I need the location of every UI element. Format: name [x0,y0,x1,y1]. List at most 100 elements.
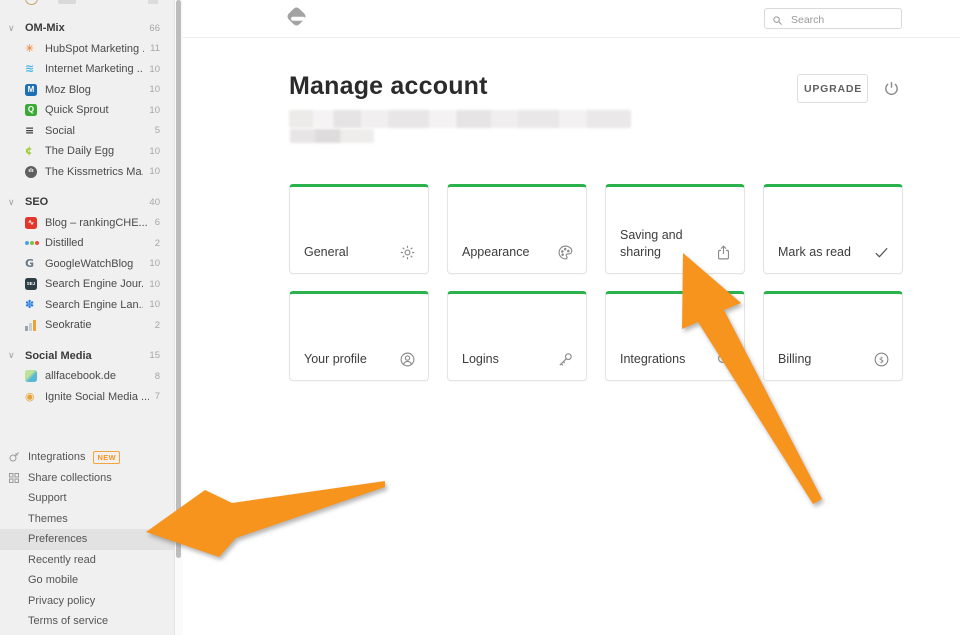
settings-card-logins[interactable]: Logins [447,291,587,381]
seokratie-icon [25,320,36,331]
feed-item[interactable]: ¢The Daily Egg10 [0,141,174,162]
upgrade-button[interactable]: UPGRADE [797,74,868,103]
unread-count: 6 [155,217,160,228]
sidebar-item-label: Integrations [28,451,85,463]
scrollbar-thumb[interactable] [176,0,181,558]
settings-card-your-profile[interactable]: Your profile [289,291,429,381]
feed-group-header[interactable]: ∨OM-Mix66 [0,18,174,39]
search-input[interactable] [789,9,901,30]
feed-item-label: Seokratie [45,319,149,331]
search-icon [772,13,783,31]
feed-item[interactable]: MMoz Blog10 [0,80,174,101]
feed-item[interactable]: ılıThe Kissmetrics Ma...10 [0,162,174,183]
plug-icon [8,451,28,463]
feed-item[interactable]: ∿ Blog – rankingCHE... 6 [0,213,174,234]
ignite-icon: ◉ [25,391,35,403]
settings-card-mark-as-read[interactable]: Mark as read [763,184,903,274]
clipped-feed-icon [25,0,38,5]
settings-card-general[interactable]: General [289,184,429,274]
feed-item[interactable]: GGoogleWatchBlog10 [0,254,174,275]
feed-item[interactable]: Q Quick Sprout 10 [0,100,174,121]
sidebar-item-label: Terms of service [28,615,108,627]
feed-item[interactable]: ✳HubSpot Marketing ...11 [0,39,174,60]
sidebar-item-go-mobile[interactable]: Go mobile [0,570,174,591]
feed-group-header[interactable]: ∨SEO40 [0,192,174,213]
unread-count: 10 [149,105,160,116]
unread-count: 10 [149,146,160,157]
main-panel: Manage account UPGRADE GeneralAppearance… [183,0,960,635]
feedly-logo-icon[interactable] [286,6,307,27]
quicksprout-icon: Q [25,104,37,116]
sidebar-utility-menu: IntegrationsNEWShare collectionsSupportT… [0,447,174,632]
card-label: Saving and sharing [620,227,704,261]
unread-count: 7 [155,391,160,402]
feed-item[interactable]: Seokratie 2 [0,315,174,336]
feed-item[interactable]: ≋Internet Marketing ...10 [0,59,174,80]
search-box [764,8,902,29]
feed-group-label: SEO [25,196,143,208]
magnifier-icon [714,350,732,368]
feed-group-header[interactable]: ∨Social Media15 [0,346,174,367]
feed-item-label: Moz Blog [45,84,143,96]
distilled-icon [25,241,39,245]
settings-card-grid: General Appearance Saving and sharing Mark … [289,184,903,381]
palette-icon [556,243,574,261]
chevron-down-icon: ∨ [8,24,25,33]
feed-item-label: Social [45,125,149,137]
redacted-account-info [290,129,374,143]
card-label: Billing [778,351,862,368]
unread-count: 2 [155,320,160,331]
sidebar-item-label: Share collections [28,472,112,484]
card-label: General [304,244,388,261]
sidebar-item-privacy-policy[interactable]: Privacy policy [0,591,174,612]
unread-count: 10 [149,166,160,177]
hubspot-icon: ✳ [25,43,34,55]
sidebar-item-recently-read[interactable]: Recently read [0,550,174,571]
card-label: Appearance [462,244,546,261]
sidebar-item-preferences[interactable]: Preferences [0,529,174,550]
dollar-icon: $ [872,350,890,368]
card-label: Logins [462,351,546,368]
chevron-down-icon: ∨ [8,351,25,360]
sidebar-item-terms-of-service[interactable]: Terms of service [0,611,174,632]
feed-item-label: Search Engine Lan... [45,299,143,311]
feed-group: ∨SEO40 ∿ Blog – rankingCHE... 6 Distilled2GG… [0,192,174,336]
feed-item[interactable]: ✽Search Engine Lan...10 [0,295,174,316]
sidebar-item-support[interactable]: Support [0,488,174,509]
feed-item[interactable]: ≡Social5 [0,121,174,142]
feed-item[interactable]: Distilled2 [0,233,174,254]
unread-count: 8 [155,371,160,382]
feed-item-label: allfacebook.de [45,370,149,382]
card-label: Your profile [304,351,388,368]
sej-icon: SEJ [25,278,37,290]
sidebar-item-integrations[interactable]: Integrations NEW [0,447,174,468]
topbar-divider [183,37,960,38]
chevron-down-icon: ∨ [8,198,25,207]
feed-item[interactable]: ◉ Ignite Social Media ... 7 [0,387,174,408]
unread-count: 2 [155,238,160,249]
new-badge: NEW [93,451,119,464]
settings-card-appearance[interactable]: Appearance [447,184,587,274]
settings-card-billing[interactable]: Billing $ [763,291,903,381]
feed-group: ∨OM-Mix66✳HubSpot Marketing ...11≋Intern… [0,18,174,182]
rankingcheck-icon: ∿ [25,217,37,229]
kissmetrics-icon: ılı [25,166,37,178]
feed-item-label: Blog – rankingCHE... [45,217,149,229]
settings-card-saving-and-sharing[interactable]: Saving and sharing [605,184,745,274]
logout-power-icon[interactable] [882,80,900,98]
sidebar-item-themes[interactable]: Themes [0,509,174,530]
feed-item[interactable]: SEJSearch Engine Jour...10 [0,274,174,295]
feed-group: ∨Social Media15 allfacebook.de 8 ◉ Ignite So… [0,346,174,408]
feed-item-label: The Daily Egg [45,145,143,157]
internet-marketing-icon: ≋ [25,63,34,75]
feed-item-label: Quick Sprout [45,104,143,116]
settings-card-integrations[interactable]: Integrations [605,291,745,381]
allfacebook-icon [25,370,37,382]
feed-item-label: Ignite Social Media ... [45,391,149,403]
sidebar-item-share-collections[interactable]: Share collections [0,468,174,489]
unread-count: 10 [149,64,160,75]
feed-group-label: Social Media [25,350,143,362]
feed-item[interactable]: allfacebook.de 8 [0,366,174,387]
feed-group-label: OM-Mix [25,22,143,34]
searchengineland-icon: ✽ [25,299,34,311]
